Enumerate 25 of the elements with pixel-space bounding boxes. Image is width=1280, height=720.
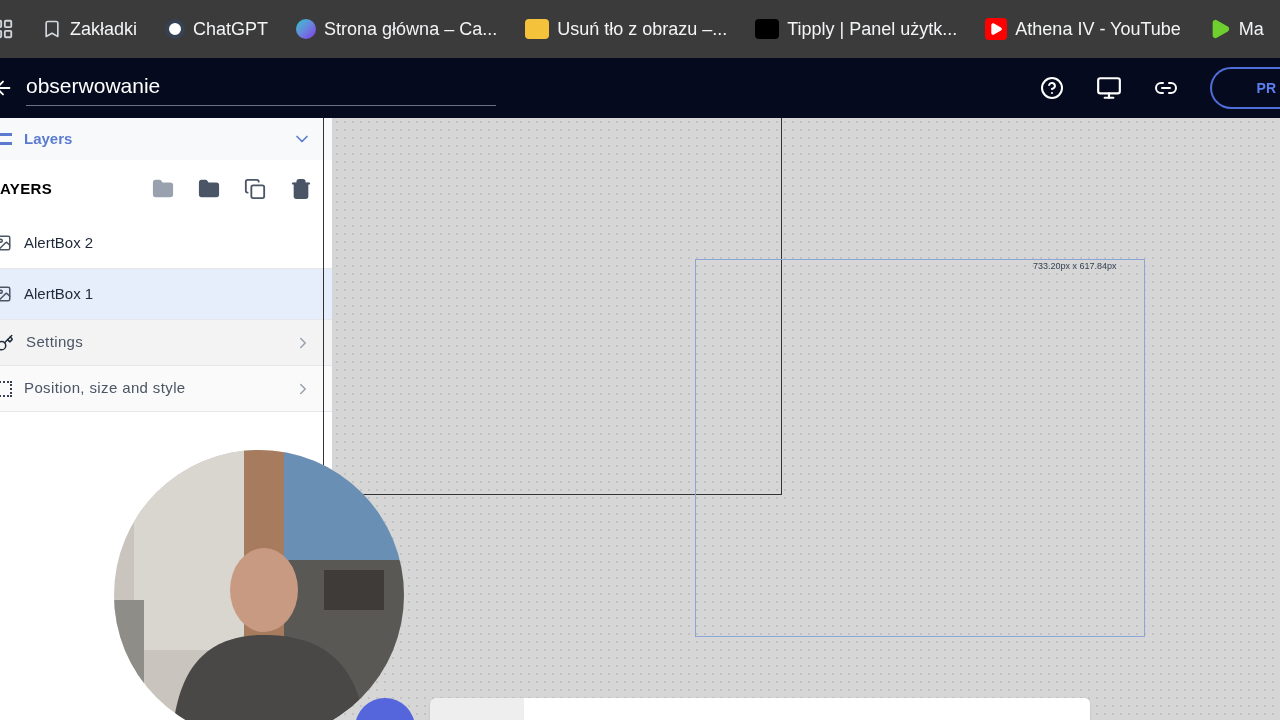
bookmark-item[interactable]: ChatGPT bbox=[165, 15, 269, 43]
bookmark-item[interactable]: Zakładki bbox=[42, 15, 138, 43]
key-icon bbox=[0, 333, 14, 352]
list-icon bbox=[0, 133, 12, 145]
panel-row[interactable]: Settings bbox=[0, 320, 332, 366]
bookmark-item[interactable]: Usuń tło z obrazu –... bbox=[525, 15, 728, 43]
layer-item[interactable]: AlertBox 1 bbox=[0, 269, 332, 320]
help-icon[interactable] bbox=[1040, 76, 1064, 100]
copy-icon[interactable] bbox=[244, 178, 266, 200]
header-button[interactable]: PR bbox=[1210, 67, 1280, 109]
monitor-icon[interactable] bbox=[1096, 75, 1122, 101]
layers-section-header[interactable]: Layers bbox=[0, 118, 332, 160]
dimension-label: 733.20px x 617.84px bbox=[1033, 260, 1117, 273]
title-field[interactable]: obserwowanie bbox=[26, 69, 496, 107]
bookmark-item[interactable]: Tipply | Panel użytk... bbox=[755, 15, 958, 43]
bookmark-item[interactable]: Strona główna – Ca... bbox=[296, 15, 498, 43]
play-icon bbox=[985, 18, 1008, 40]
dotted-square-icon bbox=[0, 380, 12, 397]
delete-icon[interactable] bbox=[290, 178, 312, 200]
bookmark-icon bbox=[42, 19, 62, 39]
folder-icon[interactable] bbox=[198, 178, 220, 200]
panel-row[interactable]: Position, size and style bbox=[0, 366, 332, 412]
bookmark-item[interactable]: Ma bbox=[1208, 15, 1264, 43]
layers-heading: AYERS bbox=[0, 178, 53, 199]
bookmark-item[interactable]: Athena IV - YouTube bbox=[985, 15, 1181, 43]
